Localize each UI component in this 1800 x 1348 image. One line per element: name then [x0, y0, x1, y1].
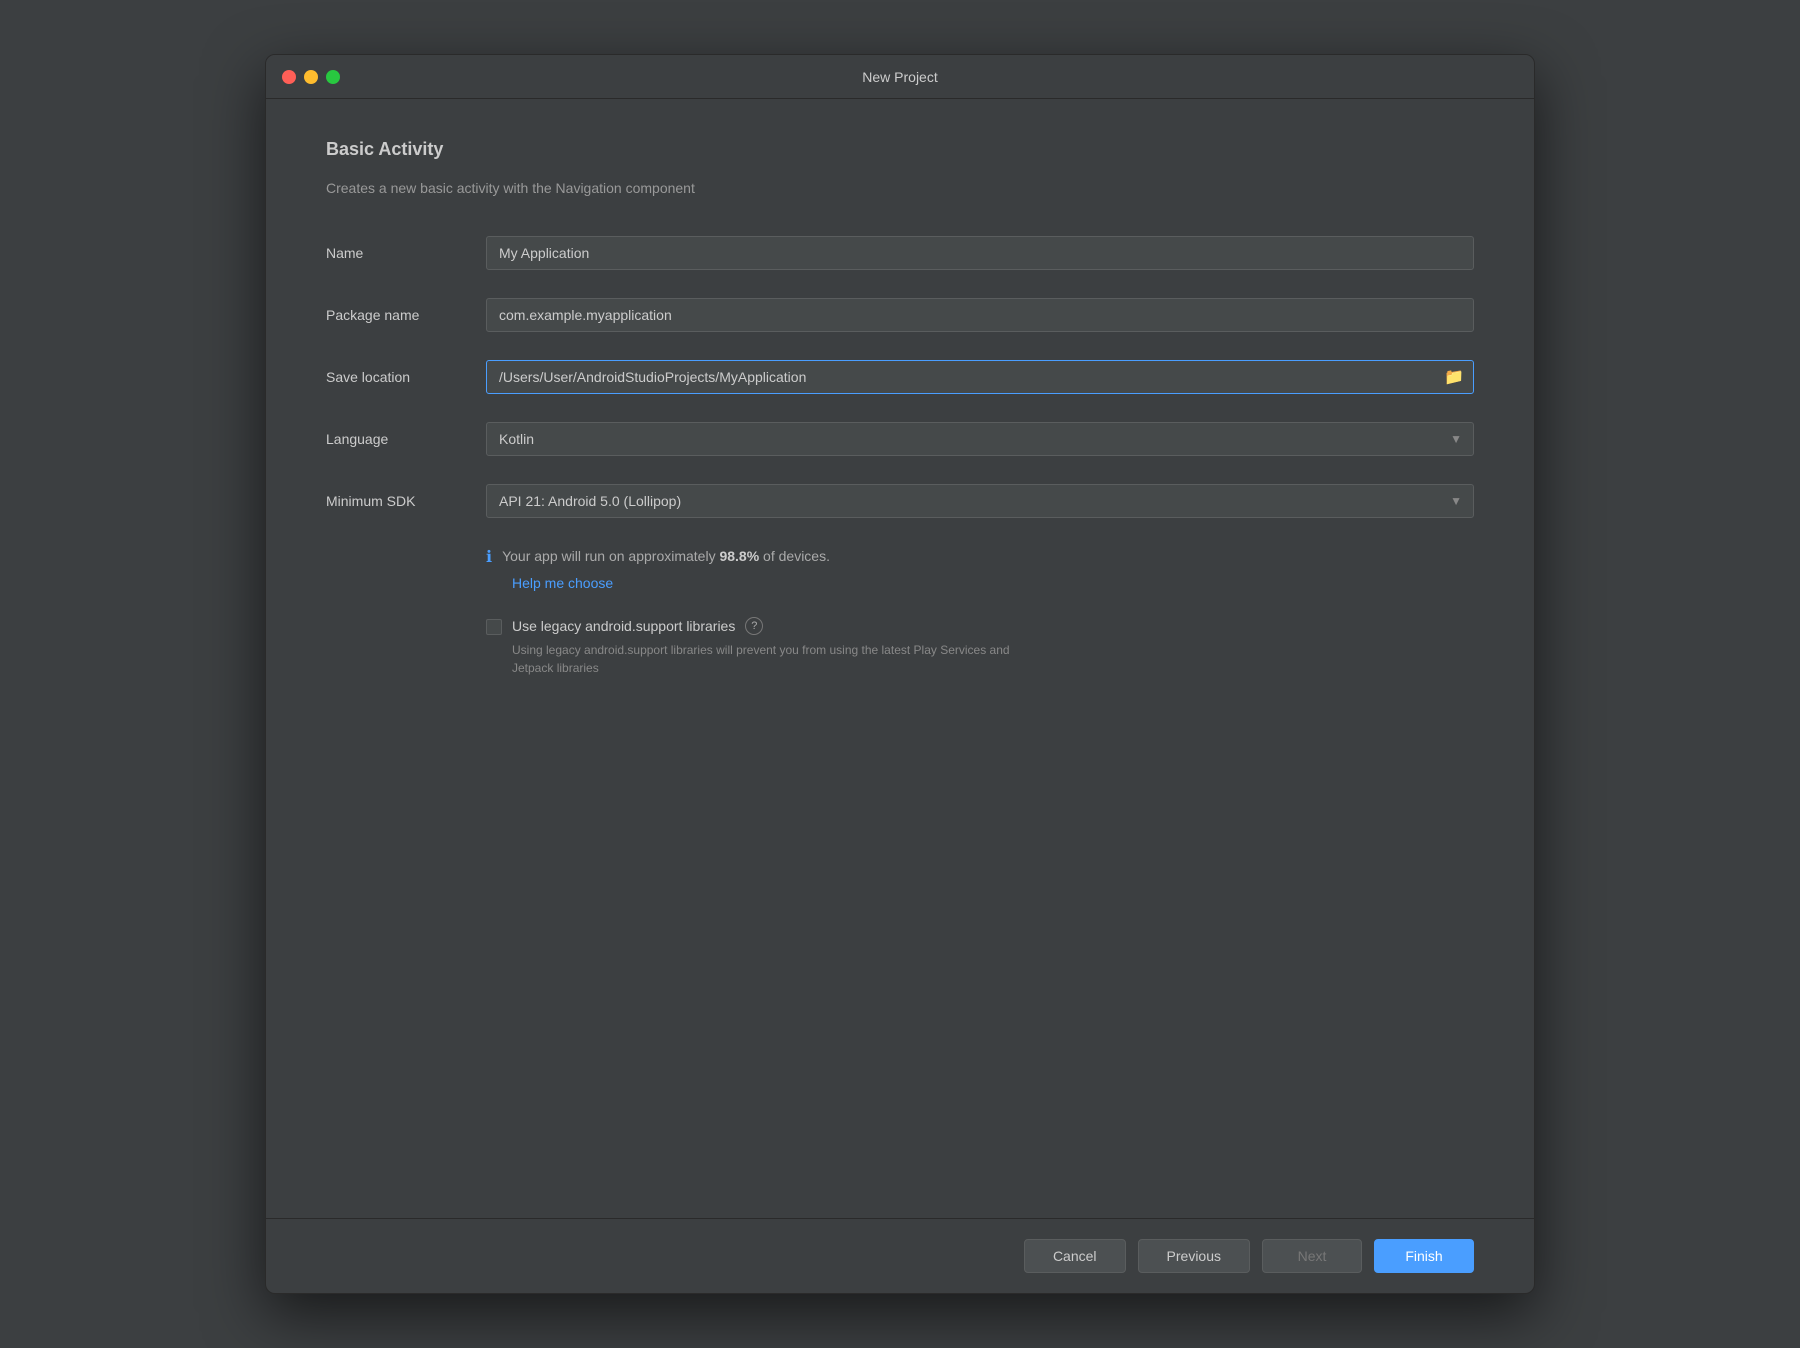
language-label: Language — [326, 431, 486, 447]
save-location-row: Save location 📁 — [326, 360, 1474, 394]
window-controls — [282, 70, 340, 84]
min-sdk-label: Minimum SDK — [326, 493, 486, 509]
title-bar: New Project — [266, 55, 1534, 99]
window-title: New Project — [862, 69, 937, 85]
info-text-suffix: of devices. — [759, 548, 830, 564]
name-input[interactable] — [486, 236, 1474, 270]
info-section: ℹ Your app will run on approximately 98.… — [486, 546, 1474, 593]
info-icon: ℹ — [486, 547, 492, 567]
footer: Cancel Previous Next Finish — [266, 1218, 1534, 1293]
legacy-libraries-checkbox[interactable] — [486, 619, 502, 635]
checkbox-description: Using legacy android.support libraries w… — [512, 641, 1012, 677]
min-sdk-select-wrapper: API 21: Android 5.0 (Lollipop) API 22: A… — [486, 484, 1474, 518]
cancel-button[interactable]: Cancel — [1024, 1239, 1126, 1273]
checkbox-label: Use legacy android.support libraries — [512, 618, 735, 634]
name-row: Name — [326, 236, 1474, 270]
language-select[interactable]: Kotlin Java — [486, 422, 1474, 456]
help-me-choose-link[interactable]: Help me choose — [512, 575, 613, 591]
checkbox-label-group: Use legacy android.support libraries ? U… — [512, 617, 1012, 677]
info-row: ℹ Your app will run on approximately 98.… — [486, 546, 1474, 567]
finish-button[interactable]: Finish — [1374, 1239, 1474, 1273]
section-title: Basic Activity — [326, 139, 1474, 160]
checkbox-label-row: Use legacy android.support libraries ? — [512, 617, 1012, 635]
checkbox-help-icon[interactable]: ? — [745, 617, 763, 635]
language-row: Language Kotlin Java ▼ — [326, 422, 1474, 456]
folder-icon[interactable]: 📁 — [1444, 367, 1464, 387]
next-button: Next — [1262, 1239, 1362, 1273]
min-sdk-row: Minimum SDK API 21: Android 5.0 (Lollipo… — [326, 484, 1474, 518]
package-input[interactable] — [486, 298, 1474, 332]
section-subtitle: Creates a new basic activity with the Na… — [326, 180, 1474, 196]
info-percentage: 98.8% — [719, 548, 759, 564]
form-content: Basic Activity Creates a new basic activ… — [266, 99, 1534, 1218]
language-select-wrapper: Kotlin Java ▼ — [486, 422, 1474, 456]
previous-button[interactable]: Previous — [1138, 1239, 1250, 1273]
close-button[interactable] — [282, 70, 296, 84]
info-text-prefix: Your app will run on approximately — [502, 548, 719, 564]
new-project-window: New Project Basic Activity Creates a new… — [265, 54, 1535, 1294]
maximize-button[interactable] — [326, 70, 340, 84]
package-label: Package name — [326, 307, 486, 323]
name-label: Name — [326, 245, 486, 261]
minimize-button[interactable] — [304, 70, 318, 84]
save-location-input[interactable] — [486, 360, 1474, 394]
save-location-wrapper: 📁 — [486, 360, 1474, 394]
info-text: Your app will run on approximately 98.8%… — [502, 546, 830, 567]
save-location-label: Save location — [326, 369, 486, 385]
min-sdk-select[interactable]: API 21: Android 5.0 (Lollipop) API 22: A… — [486, 484, 1474, 518]
package-row: Package name — [326, 298, 1474, 332]
checkbox-row: Use legacy android.support libraries ? U… — [486, 617, 1474, 677]
